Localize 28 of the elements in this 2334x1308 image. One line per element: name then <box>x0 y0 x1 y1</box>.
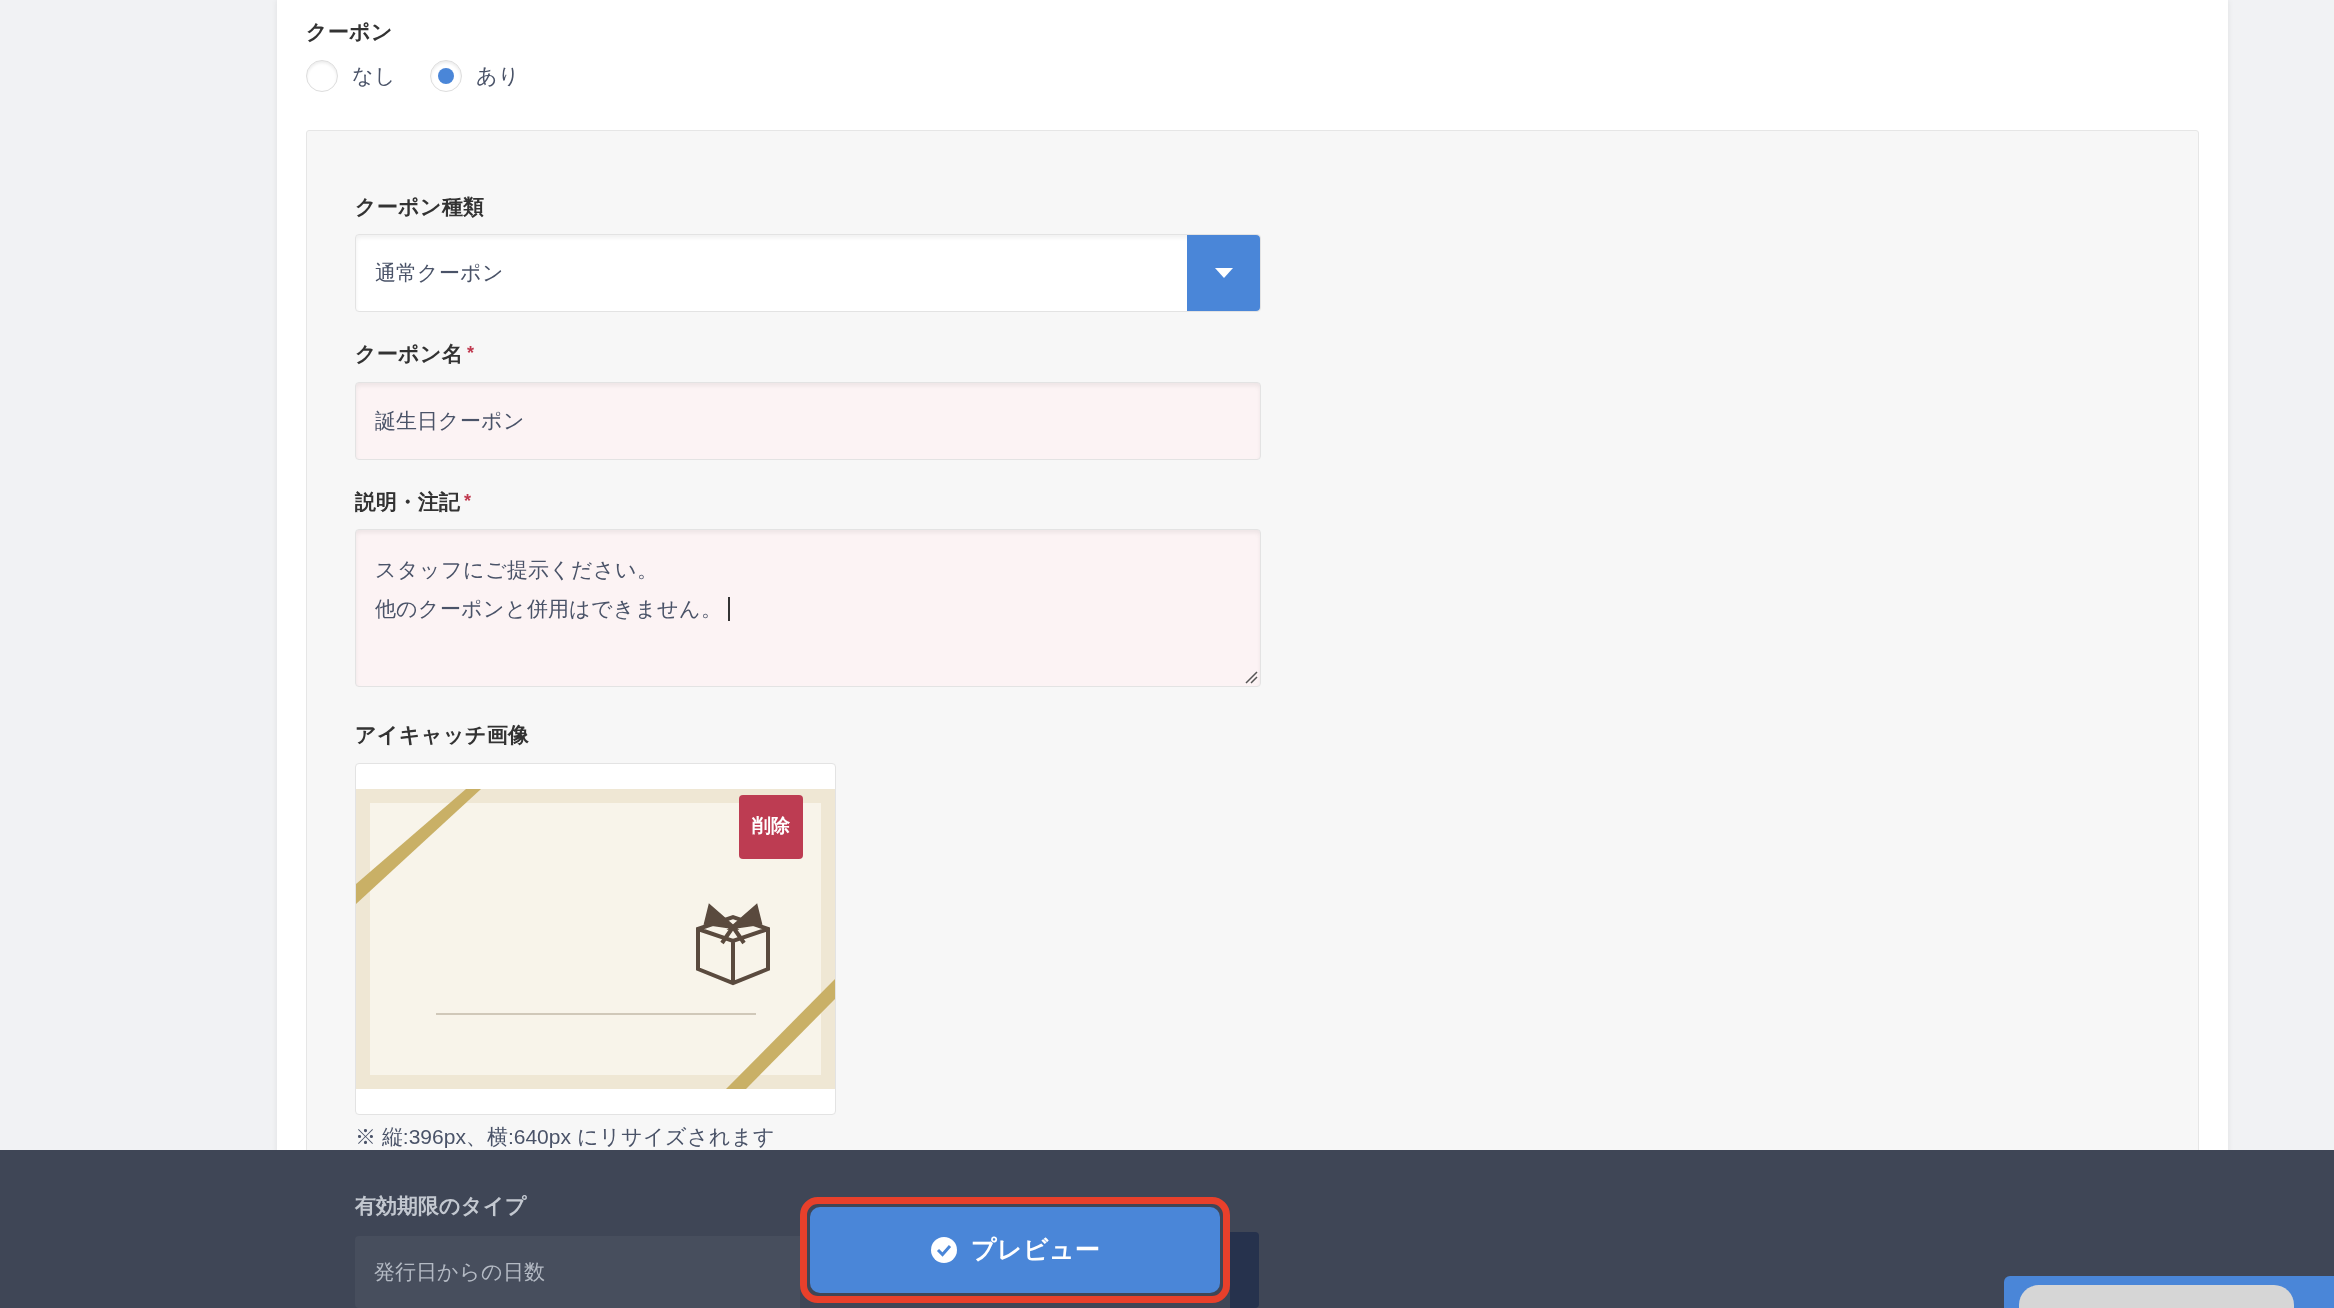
text-line: スタッフにご提示ください。 <box>375 557 658 583</box>
dropdown-button[interactable] <box>1230 1232 1259 1308</box>
radio-button[interactable] <box>430 59 462 92</box>
preview-button[interactable]: プレビュー <box>810 1207 1220 1293</box>
check-circle-icon <box>930 1237 957 1263</box>
section-label: クーポン <box>306 19 394 45</box>
coupon-name-input[interactable]: 誕生日クーポン <box>355 381 1261 460</box>
resize-handle-icon <box>1244 670 1258 684</box>
description-textarea[interactable]: スタッフにご提示ください。 他のクーポンと併用はできません。 <box>355 529 1261 687</box>
dropdown-button[interactable] <box>1187 235 1260 311</box>
required-mark: * <box>464 489 471 513</box>
chat-widget-tab[interactable] <box>2004 1276 2334 1308</box>
field-label: 説明・注記 <box>355 488 460 515</box>
select-field[interactable]: 通常クーポン <box>355 234 1261 312</box>
select-field[interactable]: 発行日からの日数 <box>355 1235 800 1308</box>
resize-note: ※ 縦:396px、横:640px にリサイズされます <box>355 1123 776 1150</box>
field-label: アイキャッチ画像 <box>355 722 529 748</box>
radio-option[interactable]: なし <box>306 59 396 92</box>
field-label: クーポン名 <box>355 341 463 367</box>
radio-option[interactable]: あり <box>430 59 520 92</box>
text-cursor <box>728 596 730 621</box>
radio-button[interactable] <box>306 59 338 92</box>
required-mark: * <box>467 342 474 366</box>
delete-button[interactable]: 削除 <box>739 794 803 859</box>
caret-down-icon <box>1214 268 1233 278</box>
field-label: 有効期限のタイプ <box>355 1193 527 1219</box>
field-label: クーポン種類 <box>355 193 484 220</box>
text-line: 他のクーポンと併用はできません。 <box>375 596 722 622</box>
